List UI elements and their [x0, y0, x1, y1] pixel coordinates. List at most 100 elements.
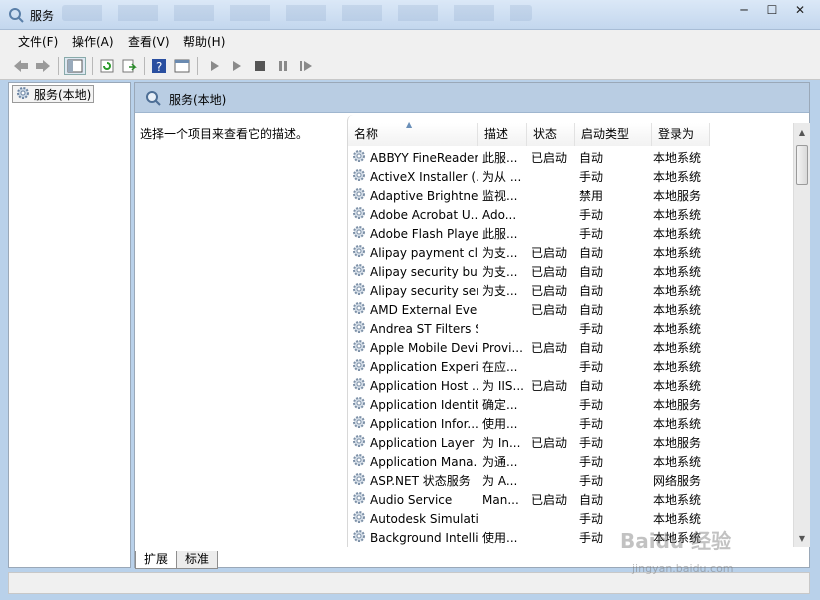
table-row[interactable]: Application Experi... 在应... 手动 本地系统 — [348, 357, 793, 376]
gear-icon — [351, 167, 367, 186]
service-description: Provi... — [482, 340, 523, 355]
service-startup-type: 禁用 — [579, 189, 604, 203]
service-name: Application Identity — [370, 397, 478, 412]
tree-item-label: 服务(本地) — [34, 87, 92, 102]
service-name-cell: Andrea ST Filters S... — [348, 319, 478, 338]
pause-icon[interactable] — [274, 57, 292, 75]
search-gear-icon — [145, 90, 161, 109]
table-row[interactable]: Apple Mobile Devi... Provi... 已启动 自动 本地系统 — [348, 338, 793, 357]
table-row[interactable]: Audio Service Man... 已启动 自动 本地系统 — [348, 490, 793, 509]
service-startup-type: 手动 — [579, 322, 604, 336]
service-startup-type: 自动 — [579, 379, 604, 393]
service-name: Background Intelli... — [370, 530, 478, 545]
table-row[interactable]: ABBYY FineReader... 此服... 已启动 自动 本地系统 — [348, 148, 793, 167]
minimize-button[interactable]: ─ — [730, 0, 758, 20]
forward-icon[interactable] — [34, 57, 52, 75]
table-row[interactable]: Alipay security bu... 为支... 已启动 自动 本地系统 — [348, 262, 793, 281]
service-logon-as: 本地系统 — [653, 170, 702, 184]
show-tree-icon[interactable] — [64, 57, 86, 75]
service-name-cell: Application Infor... — [348, 414, 478, 433]
service-logon-as: 本地系统 — [653, 493, 702, 507]
service-description: Ado... — [482, 207, 517, 222]
table-row[interactable]: Adaptive Brightness 监视... 禁用 本地服务 — [348, 186, 793, 205]
close-button[interactable]: ✕ — [786, 0, 814, 20]
service-description: 为通... — [482, 455, 518, 469]
table-row[interactable]: Application Mana... 为通... 手动 本地系统 — [348, 452, 793, 471]
export-icon[interactable] — [120, 57, 138, 75]
service-status: 已启动 — [531, 246, 568, 260]
stop-icon[interactable] — [251, 57, 269, 75]
start-alt-icon[interactable] — [228, 57, 246, 75]
back-icon[interactable] — [12, 57, 30, 75]
table-row[interactable]: ActiveX Installer (... 为从 ... 手动 本地系统 — [348, 167, 793, 186]
service-logon-as: 本地系统 — [653, 360, 702, 374]
tree-item-services-local[interactable]: 服务(本地) — [12, 85, 95, 103]
table-row[interactable]: Adobe Acrobat U... Ado... 手动 本地系统 — [348, 205, 793, 224]
tab-extended[interactable]: 扩展 — [135, 551, 178, 569]
scroll-down-icon[interactable]: ▼ — [794, 530, 810, 546]
table-row[interactable]: Alipay payment cl... 为支... 已启动 自动 本地系统 — [348, 243, 793, 262]
start-icon[interactable] — [206, 57, 224, 75]
column-header-startup-type[interactable]: 启动类型 — [575, 123, 652, 146]
gear-icon — [351, 376, 367, 395]
service-startup-type: 手动 — [579, 474, 604, 488]
tab-standard[interactable]: 标准 — [176, 551, 219, 569]
refresh-icon[interactable] — [98, 57, 116, 75]
service-startup-type: 手动 — [579, 398, 604, 412]
gear-icon — [351, 338, 367, 357]
vertical-scrollbar[interactable]: ▲ ▼ — [793, 123, 810, 547]
column-header-logon-as[interactable]: 登录为 — [652, 123, 710, 146]
service-logon-as: 本地系统 — [653, 341, 702, 355]
help-icon[interactable]: ? — [150, 57, 168, 75]
service-name-cell: AMD External Eve... — [348, 300, 478, 319]
service-name-cell: Autodesk Simulati... — [348, 509, 478, 528]
maximize-button[interactable]: ☐ — [758, 0, 786, 20]
service-startup-type: 自动 — [579, 303, 604, 317]
panel-title: 服务(本地) — [169, 93, 227, 107]
column-header-description[interactable]: 描述 — [478, 123, 527, 146]
service-description: 为 IIS... — [482, 379, 524, 393]
service-name-cell: ASP.NET 状态服务 — [348, 471, 478, 490]
service-startup-type: 手动 — [579, 455, 604, 469]
service-startup-type: 手动 — [579, 360, 604, 374]
table-row[interactable]: Application Infor... 使用... 手动 本地系统 — [348, 414, 793, 433]
resume-icon[interactable] — [297, 57, 315, 75]
gear-icon — [351, 395, 367, 414]
menu-file[interactable]: 文件(F) — [18, 33, 58, 50]
service-status: 已启动 — [531, 379, 568, 393]
service-description: 为 In... — [482, 436, 521, 450]
service-status: 已启动 — [531, 303, 568, 317]
gear-icon — [351, 148, 367, 167]
window-title: 服务 — [30, 9, 55, 23]
table-row[interactable]: Application Layer ... 为 In... 已启动 手动 本地服务 — [348, 433, 793, 452]
toolbar: ? — [0, 52, 820, 80]
properties-icon[interactable] — [173, 57, 191, 75]
service-description: 为支... — [482, 246, 518, 260]
service-logon-as: 本地服务 — [653, 436, 702, 450]
service-name-cell: Alipay security ser... — [348, 281, 478, 300]
table-row[interactable]: Adobe Flash Playe... 此服... 手动 本地系统 — [348, 224, 793, 243]
service-name: Application Layer ... — [370, 435, 478, 450]
table-row[interactable]: Andrea ST Filters S... 手动 本地系统 — [348, 319, 793, 338]
table-row[interactable]: AMD External Eve... 已启动 自动 本地系统 — [348, 300, 793, 319]
service-logon-as: 本地系统 — [653, 455, 702, 469]
console-tree: 服务(本地) — [8, 82, 131, 568]
gear-icon — [351, 186, 367, 205]
scroll-thumb[interactable] — [796, 145, 808, 185]
menu-action[interactable]: 操作(A) — [72, 33, 114, 50]
table-row[interactable]: Application Host ... 为 IIS... 已启动 自动 本地系统 — [348, 376, 793, 395]
menu-help[interactable]: 帮助(H) — [183, 33, 225, 50]
table-row[interactable]: ASP.NET 状态服务为 A... 手动 网络服务 — [348, 471, 793, 490]
service-name-cell: Application Identity — [348, 395, 478, 414]
scroll-up-icon[interactable]: ▲ — [794, 124, 810, 140]
table-row[interactable]: Alipay security ser... 为支... 已启动自动 本地系统 — [348, 281, 793, 300]
column-header-name[interactable]: ▲ 名称 — [348, 120, 478, 146]
service-description: Man... — [482, 492, 519, 507]
service-name: Alipay security bu... — [370, 264, 478, 279]
menu-view[interactable]: 查看(V) — [128, 33, 170, 50]
list-header: ▲ 名称 描述 状态 启动类型 登录为 — [348, 120, 710, 146]
services-main-pane: 服务(本地) 选择一个项目来查看它的描述。 ▲ 名称 描述 状态 启动类型 登录… — [134, 82, 810, 569]
column-header-status[interactable]: 状态 — [527, 123, 575, 146]
service-startup-type: 自动 — [579, 493, 604, 507]
table-row[interactable]: Application Identity 确定... 手动 本地服务 — [348, 395, 793, 414]
